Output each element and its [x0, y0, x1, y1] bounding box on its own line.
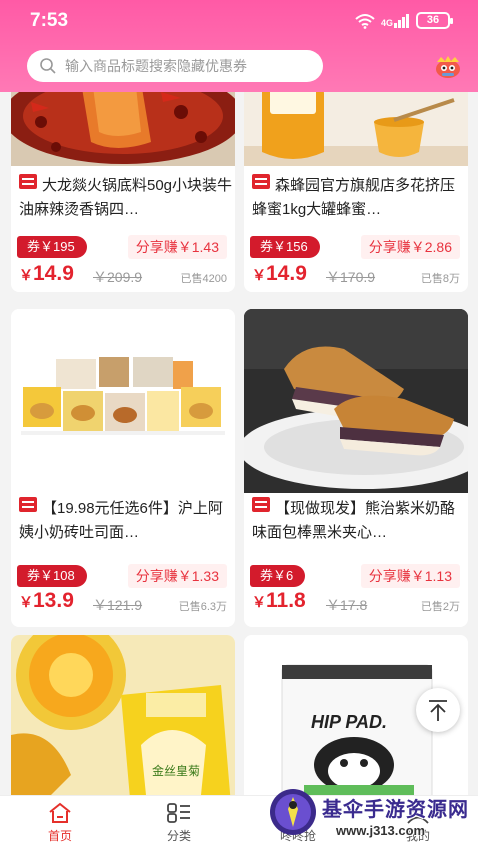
original-price: ￥170.9 — [326, 269, 376, 285]
price-currency: ￥ — [19, 267, 33, 283]
back-to-top-button[interactable] — [416, 688, 460, 732]
price: ￥11.8 — [252, 589, 306, 613]
price-value: 13.9 — [33, 589, 74, 612]
battery-icon: 36 — [416, 12, 453, 29]
header: 7:53 4G 36 — [0, 0, 478, 92]
tmall-icon — [252, 174, 270, 189]
share-earn-button[interactable]: 分享赚￥1.33 — [127, 564, 227, 588]
arrow-up-icon — [429, 700, 447, 721]
product-title-text: 森蜂园官方旗舰店多花挤压蜂蜜1kg大罐蜂蜜… — [252, 177, 456, 218]
product-title-text: 大龙燚火锅底料50g小块装牛油麻辣烫香锅四… — [19, 177, 233, 218]
signal-label: 4G — [380, 17, 393, 28]
product-card[interactable]: 森蜂园官方旗舰店多花挤压蜂蜜1kg大罐蜂蜜… 券￥156 分享赚￥2.86 ￥1… — [244, 92, 468, 292]
price-value: 14.9 — [266, 262, 307, 285]
tmall-icon — [252, 497, 270, 512]
watermark-title: 基伞手游资源网 — [322, 799, 469, 821]
product-card[interactable]: 大龙燚火锅底料50g小块装牛油麻辣烫香锅四… 券￥195 分享赚￥1.43 ￥1… — [11, 92, 235, 292]
status-time: 7:53 — [30, 10, 69, 31]
share-earn-button[interactable]: 分享赚￥1.43 — [127, 235, 227, 259]
tmall-icon — [19, 174, 37, 189]
home-icon — [49, 802, 71, 823]
search-input[interactable] — [65, 58, 305, 74]
watermark-url: www.j313.com — [336, 823, 426, 838]
product-feed[interactable]: 大龙燚火锅底料50g小块装牛油麻辣烫香锅四… 券￥195 分享赚￥1.43 ￥1… — [0, 92, 478, 795]
share-earn-button[interactable]: 分享赚￥1.13 — [360, 564, 460, 588]
category-icon — [167, 803, 190, 823]
coupon-badge[interactable]: 券￥195 — [17, 236, 87, 258]
product-image-honey[interactable] — [244, 92, 468, 166]
original-price: ￥121.9 — [93, 597, 143, 613]
price-value: 14.9 — [33, 262, 74, 285]
price-currency: ￥ — [252, 267, 266, 283]
package-text: HIP PAD. — [311, 712, 387, 732]
coupon-badge[interactable]: 券￥6 — [250, 565, 306, 587]
coupon-badge[interactable]: 券￥108 — [17, 565, 87, 587]
price-currency: ￥ — [252, 594, 266, 610]
price-currency: ￥ — [19, 594, 33, 610]
price-value: 11.8 — [266, 589, 306, 612]
product-title-text: 【现做现发】熊治紫米奶酪味面包棒黑米夹心… — [252, 500, 456, 541]
original-price: ￥209.9 — [93, 269, 143, 285]
price: ￥14.9 — [252, 262, 307, 286]
share-earn-button[interactable]: 分享赚￥2.86 — [360, 235, 460, 259]
sold-count: 已售2万 — [420, 601, 460, 613]
product-title[interactable]: 大龙燚火锅底料50g小块装牛油麻辣烫香锅四… — [19, 174, 233, 222]
search-bar[interactable] — [27, 50, 323, 82]
sold-count: 已售4200 — [180, 273, 227, 285]
product-image-bread[interactable] — [244, 309, 468, 493]
price: ￥14.9 — [19, 262, 74, 286]
tab-label: 分类 — [166, 829, 191, 843]
coupon-badge[interactable]: 券￥156 — [250, 236, 320, 258]
product-card[interactable]: 金丝皇菊 — [11, 635, 235, 795]
product-card[interactable]: 【19.98元任选6件】沪上阿姨小奶砖吐司面… 券￥108 分享赚￥1.33 ￥… — [11, 309, 235, 627]
product-card[interactable]: 【现做现发】熊治紫米奶酪味面包棒黑米夹心… 券￥6 分享赚￥1.13 ￥11.8… — [244, 309, 468, 627]
wifi-icon — [355, 13, 375, 29]
mascot-icon[interactable] — [434, 54, 462, 80]
search-icon — [40, 58, 56, 74]
product-image-chrysanthemum-tea[interactable]: 金丝皇菊 — [11, 635, 235, 795]
tab-home[interactable]: 首页 — [20, 802, 100, 844]
status-bar: 7:53 4G 36 — [0, 0, 478, 42]
product-title-text: 【19.98元任选6件】沪上阿姨小奶砖吐司面… — [19, 500, 223, 541]
signal-icon: 4G — [380, 13, 410, 28]
product-title[interactable]: 【现做现发】熊治紫米奶酪味面包棒黑米夹心… — [252, 497, 466, 545]
product-image-toast[interactable] — [11, 309, 235, 493]
sold-count: 已售6.3万 — [178, 601, 227, 613]
package-text: 金丝皇菊 — [152, 763, 200, 778]
tab-label: 首页 — [47, 829, 72, 843]
product-image-hotpot[interactable] — [11, 92, 235, 166]
original-price: ￥17.8 — [326, 597, 368, 613]
system-icons: 4G 36 — [355, 12, 453, 29]
price: ￥13.9 — [19, 589, 74, 613]
sold-count: 已售8万 — [420, 273, 460, 285]
product-title[interactable]: 森蜂园官方旗舰店多花挤压蜂蜜1kg大罐蜂蜜… — [252, 174, 466, 222]
tab-category[interactable]: 分类 — [139, 802, 219, 844]
tmall-icon — [19, 497, 37, 512]
watermark-logo-icon — [270, 789, 316, 835]
product-title[interactable]: 【19.98元任选6件】沪上阿姨小奶砖吐司面… — [19, 497, 233, 545]
